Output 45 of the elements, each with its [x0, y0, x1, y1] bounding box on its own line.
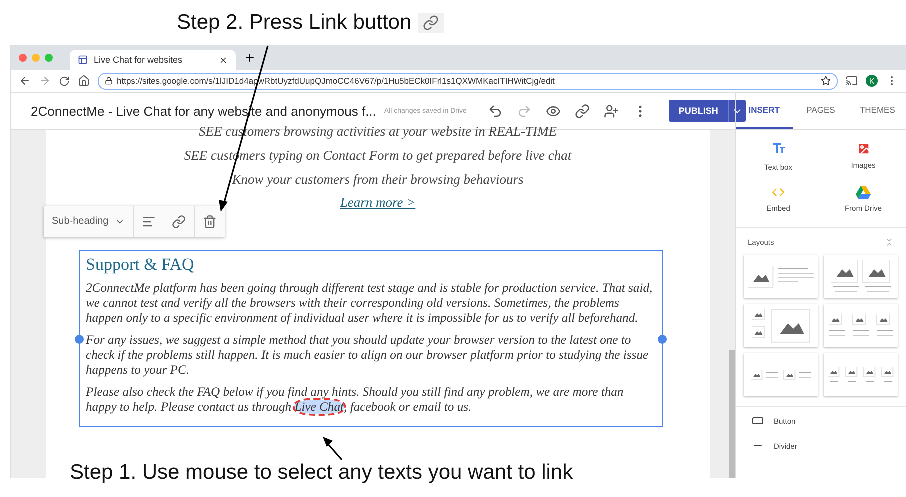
learn-more-link[interactable]: Learn more >	[340, 195, 416, 211]
scrollbar[interactable]	[729, 350, 735, 478]
profile-avatar[interactable]: K	[866, 75, 878, 87]
home-icon[interactable]	[78, 75, 90, 87]
layout-option[interactable]	[744, 304, 818, 347]
reload-icon[interactable]	[59, 76, 70, 86]
paragraph: For any issues, we suggest a simple method that you should update your browser version to the latest one to check if the problems still happen. It is much easier to align on our browser platform prior to studying the issue happens to your PC.	[86, 333, 650, 378]
image-icon	[856, 142, 870, 156]
new-tab-icon[interactable]	[244, 52, 256, 64]
layout-preview-drawing	[748, 266, 814, 288]
preview-eye-icon[interactable]	[546, 104, 561, 118]
drive-icon	[856, 186, 871, 199]
button-outline-icon	[752, 415, 764, 427]
publish-button[interactable]: PUBLISH	[668, 100, 746, 122]
back-icon[interactable]	[19, 75, 31, 87]
section-heading: Support & FAQ	[86, 255, 196, 275]
layout-preview-drawing	[828, 366, 894, 382]
lock-icon	[105, 77, 113, 85]
layout-preview-drawing	[752, 308, 810, 342]
text-style-dropdown[interactable]: Sub-heading	[44, 206, 134, 237]
paragraph: 2ConnectMe platform has been going through different test stage and is stable for production service. That said, we cannot test and verify all the browsers with their corresponding old versions. Sometimes, the problems happen only to a specific environment of individual user where it is impossible for us to verify all beforehand.	[86, 281, 654, 326]
layout-option[interactable]	[824, 255, 898, 298]
link-icon	[418, 12, 444, 32]
paragraph: Please also check the FAQ below if you find any hints. Should you still find any problem, we are more than happy to help. Please contact us through Live Chat, facebook or email to us.	[86, 385, 625, 415]
layout-preview-drawing	[831, 260, 891, 293]
star-icon[interactable]	[821, 76, 831, 86]
link-icon[interactable]	[574, 104, 590, 118]
layout-preview-drawing	[829, 314, 893, 337]
step-instruction: Step 1. Use mouse to select any texts you want to link	[70, 461, 574, 485]
site-favicon-icon	[78, 55, 88, 65]
browser-tab[interactable]: Live Chat for websites	[70, 50, 236, 70]
layout-option[interactable]	[744, 255, 818, 298]
close-icon[interactable]	[219, 56, 228, 64]
pointer-arrow	[323, 437, 343, 461]
layout-preview-drawing	[751, 370, 811, 380]
share-person-icon[interactable]	[604, 104, 619, 118]
code-icon	[772, 186, 785, 199]
step-instruction: Step 2. Press Link button	[177, 10, 412, 34]
cast-icon[interactable]	[846, 75, 858, 87]
undo-icon[interactable]	[488, 104, 503, 118]
resize-handle[interactable]	[75, 334, 84, 344]
text-line: Know your customers from their browsing behaviours	[232, 171, 524, 189]
resize-handle[interactable]	[658, 334, 667, 344]
panel-tab[interactable]: PAGES	[792, 93, 850, 129]
panel-tab[interactable]: THEMES	[849, 93, 906, 129]
